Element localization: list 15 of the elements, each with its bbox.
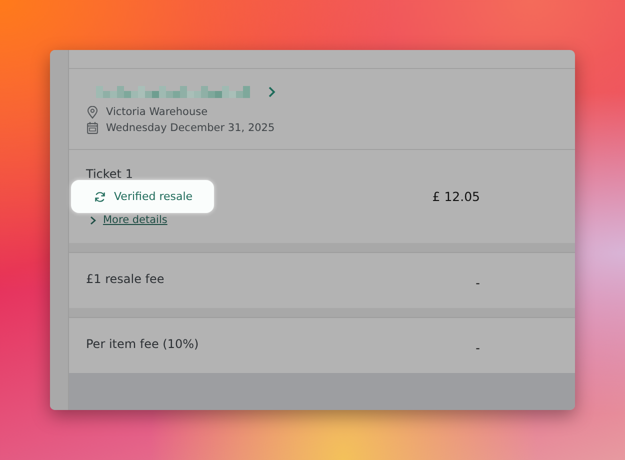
chevron-right-icon xyxy=(90,216,96,224)
location-pin-icon xyxy=(87,106,98,118)
calendar-icon xyxy=(87,122,98,134)
chevron-right-icon xyxy=(268,86,276,98)
ticket-price: £ 12.05 xyxy=(432,189,480,204)
fee-label: £1 resale fee xyxy=(86,272,166,286)
badge-text: Verified resale xyxy=(114,190,193,203)
more-details-link[interactable]: More details xyxy=(103,214,168,226)
refresh-icon xyxy=(94,190,106,202)
ticket-label: Ticket 1 xyxy=(86,167,133,181)
fee-amount: - xyxy=(476,340,480,354)
date-text: Wednesday December 31, 2025 xyxy=(106,122,275,134)
fee-label: Per item fee (10%) xyxy=(86,336,200,350)
fee-amount: - xyxy=(476,276,480,290)
venue-text: Victoria Warehouse xyxy=(106,106,208,118)
